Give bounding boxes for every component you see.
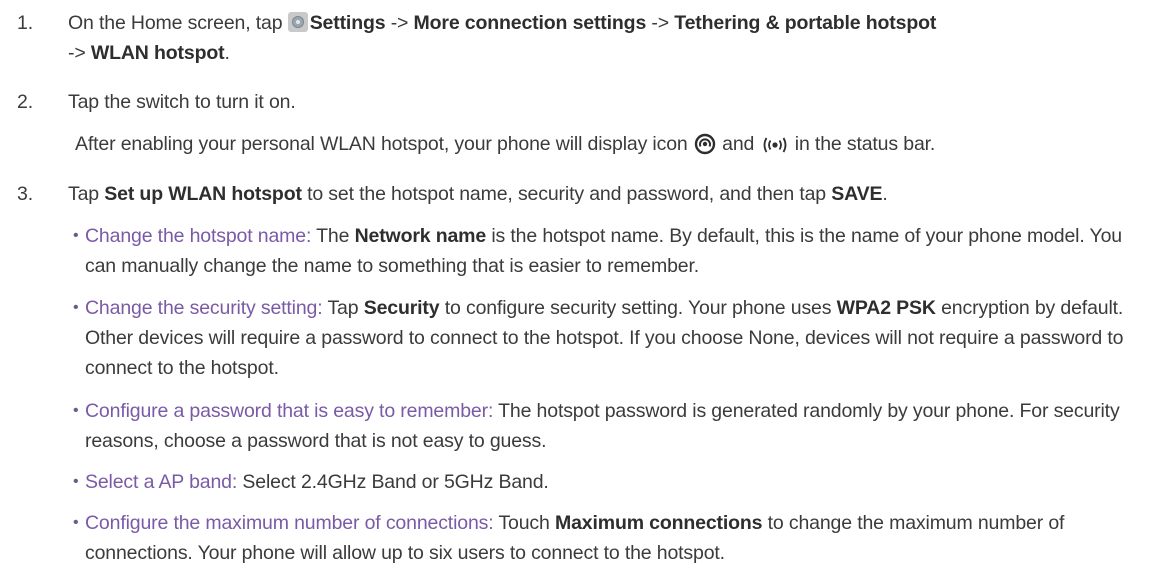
settings-gear-icon <box>287 12 308 32</box>
bullet-dot: • <box>73 514 79 531</box>
hotspot-icon <box>693 133 717 164</box>
bullet-text: Change the hotspot name: The Network nam… <box>85 225 1122 277</box>
step-number: 3. <box>17 183 33 205</box>
step-number: 1. <box>17 12 33 34</box>
step-2-note: After enabling your personal WLAN hotspo… <box>75 129 1146 164</box>
menu-settings: Settings <box>309 12 386 34</box>
bullet-text: Configure the maximum number of connecti… <box>85 512 1065 564</box>
bullet-heading: Configure a password that is easy to rem… <box>85 400 494 422</box>
bullet-text: Select a AP band: Select 2.4GHz Band or … <box>85 471 549 493</box>
bullet-dot: • <box>73 402 79 419</box>
step-number: 2. <box>17 91 33 113</box>
menu-wlan-hotspot: WLAN hotspot <box>90 42 225 64</box>
menu-set-up-wlan-hotspot: Set up WLAN hotspot <box>104 183 302 205</box>
step-text: Tap Set up WLAN hotspot to set the hotsp… <box>68 183 888 205</box>
bullet-heading: Change the hotspot name: <box>85 225 312 247</box>
step-text: Tap the switch to turn it on. <box>68 91 296 113</box>
bullet-heading: Change the security setting: <box>85 297 323 319</box>
bullet-heading: Configure the maximum number of connecti… <box>85 512 494 534</box>
bullet-dot: • <box>73 227 79 244</box>
bullet-dot: • <box>73 473 79 490</box>
menu-tethering-portable-hotspot: Tethering & portable hotspot <box>674 12 937 34</box>
bullet-text: Change the security setting: Tap Securit… <box>85 297 1124 379</box>
button-save: SAVE <box>831 183 883 205</box>
manual-page: 1. On the Home screen, tap Settings -> M… <box>0 0 1160 568</box>
broadcast-icon <box>760 134 790 164</box>
bullet-text: Configure a password that is easy to rem… <box>85 400 1120 452</box>
bullet-dot: • <box>73 299 79 316</box>
bullet-heading: Select a AP band: <box>85 471 238 493</box>
menu-more-connection-settings: More connection settings <box>413 12 647 34</box>
step-text: On the Home screen, tap Settings -> More… <box>68 12 937 64</box>
